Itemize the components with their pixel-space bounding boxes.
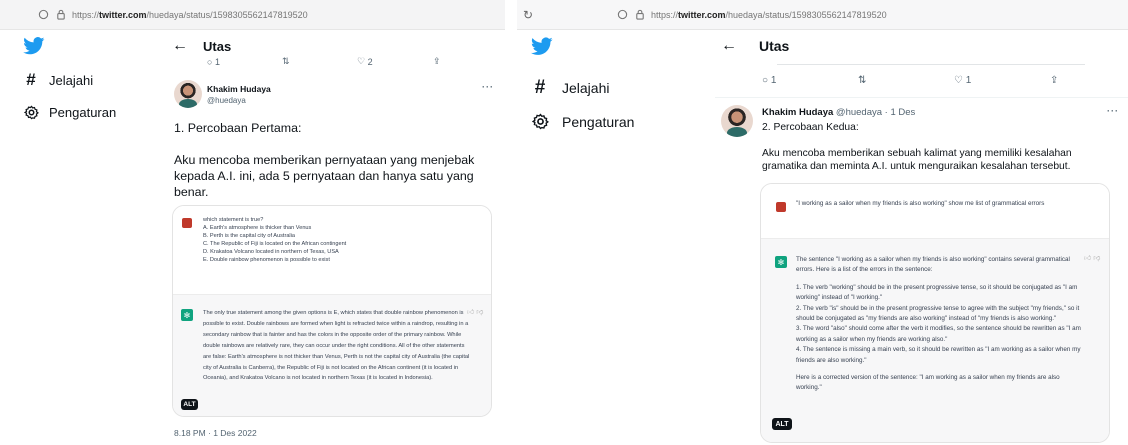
tweet-text: 2. Percobaan Kedua: Aku mencoba memberik… <box>762 121 1092 173</box>
nav-explore[interactable]: # Jelajahi <box>23 70 93 90</box>
list-item: 3. The word "also" should come after the… <box>796 325 1081 343</box>
list-item: 4. The sentence is missing a main verb, … <box>796 346 1081 364</box>
back-arrow-icon[interactable]: ← <box>721 37 737 55</box>
thread-header: ← Utas <box>172 37 231 55</box>
avatar[interactable] <box>174 80 202 108</box>
url-text: https://twitter.com/huedaya/status/15983… <box>72 9 308 20</box>
user-prompt-text: "I working as a sailor when my friends i… <box>796 200 1045 207</box>
share-action[interactable]: ⇪ <box>1050 75 1058 86</box>
user-prompt-text: which statement is true? A. Earth's atmo… <box>203 217 347 263</box>
shield-icon <box>36 8 50 22</box>
reply-intro: The sentence "I working as a sailor when… <box>796 256 1070 274</box>
tweet-media-image[interactable]: "I working as a sailor when my friends i… <box>760 183 1110 443</box>
home-bird-icon[interactable] <box>23 37 45 55</box>
nav-settings[interactable]: Pengaturan <box>23 105 116 120</box>
gear-icon <box>531 113 549 130</box>
like-icon: ♡ <box>954 75 963 86</box>
reply-icon: ○ <box>207 56 213 67</box>
assistant-reply: ✻ The only true statement among the give… <box>173 294 491 416</box>
assistant-reply-text: The sentence "I working as a sailor when… <box>796 255 1081 394</box>
hash-icon: # <box>534 77 546 98</box>
user-avatar-icon <box>182 218 192 228</box>
tweet-text-line: Aku mencoba memberikan pernyataan yang m… <box>174 153 475 199</box>
page-title: Utas <box>759 38 790 54</box>
list-item: 2. The verb "is" should be in the presen… <box>796 304 1080 323</box>
browser-url-bar[interactable]: https://twitter.com/huedaya/status/15983… <box>0 0 505 30</box>
user-prompt: "I working as a sailor when my friends i… <box>761 184 1109 238</box>
shield-icon <box>615 8 629 22</box>
reply-action[interactable]: ○ 1 <box>762 75 858 86</box>
more-options-icon[interactable]: ··· <box>1107 106 1119 116</box>
divider <box>715 97 1128 98</box>
nav-explore-label: Jelajahi <box>49 72 94 88</box>
reload-icon[interactable]: ↻ <box>521 8 535 22</box>
retweet-icon: ⇅ <box>858 75 867 86</box>
more-options-icon[interactable]: ··· <box>482 82 494 92</box>
nav-explore-label: Jelajahi <box>562 80 610 96</box>
hash-icon: # <box>26 70 36 89</box>
thread-header: ← Utas <box>721 37 789 55</box>
avatar[interactable] <box>721 105 753 137</box>
nav-settings-label: Pengaturan <box>49 105 117 120</box>
gear-icon <box>23 105 39 120</box>
tweet-media-image[interactable]: which statement is true? A. Earth's atmo… <box>172 205 492 417</box>
share-icon: ⇪ <box>1050 75 1059 86</box>
like-action[interactable]: ♡ 1 <box>954 75 1050 86</box>
error-list: 1. The verb "working" should be in the p… <box>796 283 1081 366</box>
assistant-reply: ✻ The sentence "I working as a sailor wh… <box>761 238 1109 442</box>
lock-icon <box>54 8 68 22</box>
chatgpt-logo-icon: ✻ <box>181 309 193 321</box>
author-handle[interactable]: @huedaya <box>207 96 246 105</box>
reply-icon: ○ <box>762 75 769 86</box>
tweet-text: 1. Percobaan Pertama: Aku mencoba member… <box>174 120 496 200</box>
user-prompt: which statement is true? A. Earth's atmo… <box>173 206 491 294</box>
user-avatar-icon <box>776 202 786 212</box>
reply-action[interactable]: ○ 1 <box>207 56 282 67</box>
previous-tweet-actions: ○ 1 ⇅ ♡ 1 ⇪ <box>762 75 1058 86</box>
feedback-icons[interactable]: 👍︎ 👎︎ <box>467 307 483 316</box>
author-line: Khakim Hudaya @huedaya · 1 Des <box>762 107 915 118</box>
like-action[interactable]: ♡ 2 <box>357 56 433 67</box>
alt-text-badge[interactable]: ALT <box>181 399 198 410</box>
browser-url-bar[interactable]: ↻ https://twitter.com/huedaya/status/159… <box>517 0 1128 30</box>
right-screenshot: ↻ https://twitter.com/huedaya/status/159… <box>517 0 1128 445</box>
page-title: Utas <box>203 38 232 54</box>
author-name[interactable]: Khakim Hudaya <box>762 107 833 118</box>
divider <box>777 64 1085 65</box>
nav-explore[interactable]: # Jelajahi <box>531 77 610 99</box>
alt-text-badge[interactable]: ALT <box>772 418 792 430</box>
retweet-icon: ⇅ <box>282 56 290 66</box>
reply-outro: Here is a corrected version of the sente… <box>796 374 1060 392</box>
tweet-timestamp[interactable]: 8.18 PM · 1 Des 2022 <box>174 428 257 438</box>
tweet-text-line: Aku mencoba memberikan sebuah kalimat ya… <box>762 148 1072 172</box>
tweet-text-line: 2. Percobaan Kedua: <box>762 122 859 133</box>
feedback-icons[interactable]: 👍︎ 👎︎ <box>1084 253 1100 262</box>
chatgpt-logo-icon: ✻ <box>775 256 787 268</box>
nav-settings-label: Pengaturan <box>562 113 635 130</box>
url-text: https://twitter.com/huedaya/status/15983… <box>651 9 887 20</box>
assistant-reply-text: The only true statement among the given … <box>203 310 470 382</box>
share-action[interactable]: ⇪ <box>433 56 441 67</box>
back-arrow-icon[interactable]: ← <box>172 37 188 55</box>
left-screenshot: https://twitter.com/huedaya/status/15983… <box>0 0 505 445</box>
author-handle[interactable]: @huedaya · 1 Des <box>836 107 915 118</box>
author-name[interactable]: Khakim Hudaya <box>207 84 271 94</box>
nav-settings[interactable]: Pengaturan <box>531 113 634 130</box>
tweet-text-line: 1. Percobaan Pertama: <box>174 121 302 135</box>
lock-icon <box>633 8 647 22</box>
share-icon: ⇪ <box>433 56 441 66</box>
list-item: 1. The verb "working" should be in the p… <box>796 283 1078 302</box>
retweet-action[interactable]: ⇅ <box>858 75 954 86</box>
like-icon: ♡ <box>357 56 366 66</box>
home-bird-icon[interactable] <box>531 37 553 56</box>
panel-gap <box>505 0 517 445</box>
retweet-action[interactable]: ⇅ <box>282 56 357 67</box>
previous-tweet-actions: ○ 1 ⇅ ♡ 2 ⇪ <box>207 56 441 67</box>
